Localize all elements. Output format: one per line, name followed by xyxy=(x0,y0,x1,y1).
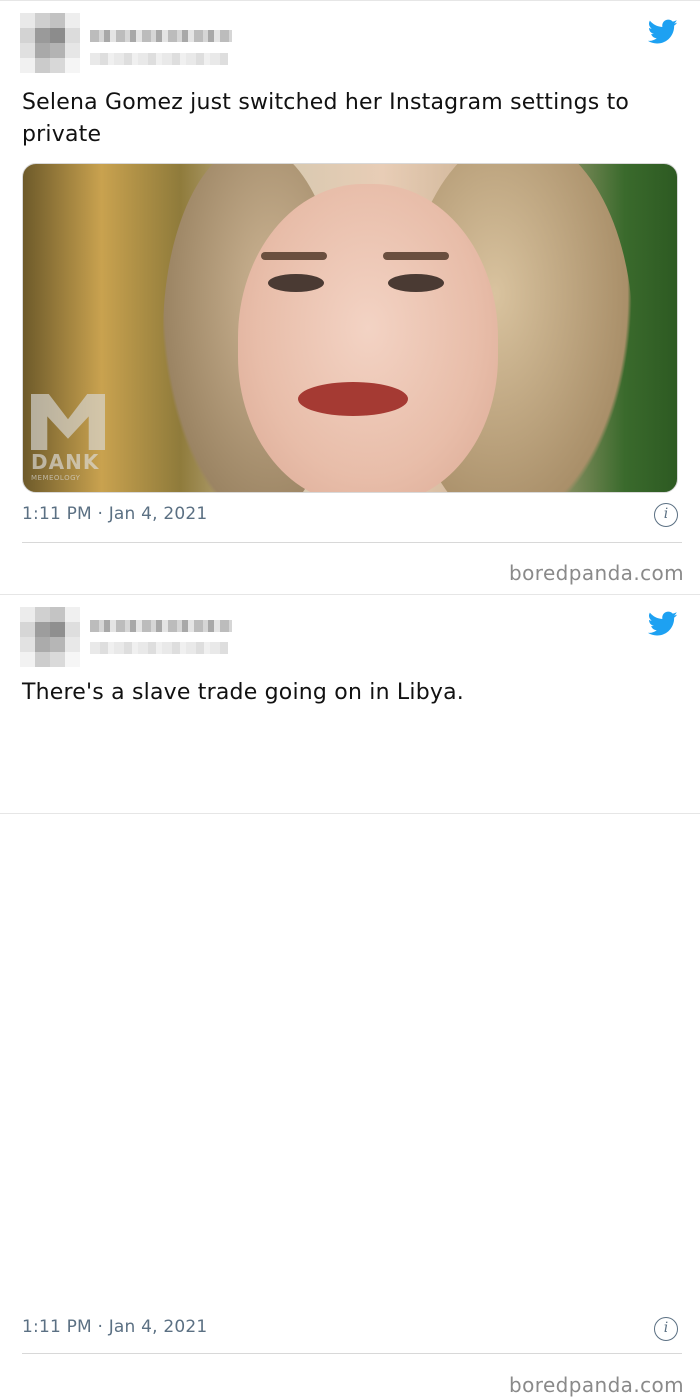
info-icon[interactable]: i xyxy=(654,1317,678,1341)
author-name-blurred[interactable] xyxy=(90,30,232,42)
divider xyxy=(22,1353,682,1354)
twitter-bird-icon xyxy=(648,19,678,44)
tweet-card: Selena Gomez just switched her Instagram… xyxy=(0,0,700,594)
source-watermark: boredpanda.com xyxy=(509,561,684,585)
twitter-bird-icon xyxy=(648,611,678,636)
avatar[interactable] xyxy=(20,13,80,73)
author-name-blurred[interactable] xyxy=(90,620,232,632)
avatar[interactable] xyxy=(20,607,80,667)
author-handle-blurred[interactable] xyxy=(90,642,228,654)
author-handle-blurred[interactable] xyxy=(90,53,228,65)
info-icon[interactable]: i xyxy=(654,503,678,527)
tweet-card: There's a slave trade going on in Libya.… xyxy=(0,594,700,1397)
tweet-timestamp[interactable]: 1:11 PM · Jan 4, 2021 xyxy=(22,1317,207,1337)
tweet-text: There's a slave trade going on in Libya. xyxy=(22,680,464,705)
divider xyxy=(22,542,682,543)
source-watermark: boredpanda.com xyxy=(509,1373,684,1397)
dank-memeology-logo: DANK MEMEOLOGY xyxy=(31,394,111,486)
tweet-image[interactable]: DANK MEMEOLOGY xyxy=(22,163,678,493)
tweet-text: Selena Gomez just switched her Instagram… xyxy=(22,90,630,147)
tweet-timestamp[interactable]: 1:11 PM · Jan 4, 2021 xyxy=(22,504,207,524)
